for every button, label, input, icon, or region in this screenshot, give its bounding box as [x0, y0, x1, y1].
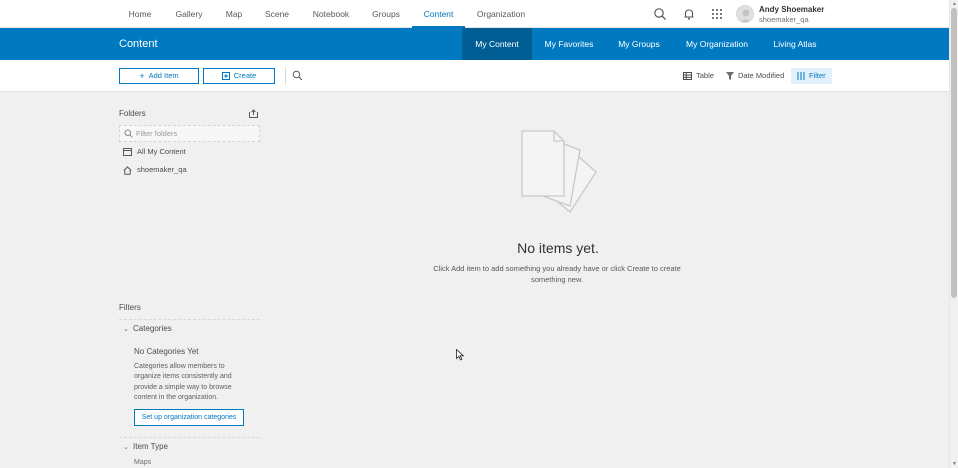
folder-label: All My Content [137, 147, 186, 156]
toolbar-divider [285, 67, 286, 85]
sort-icon [726, 72, 734, 80]
item-type-toggle[interactable]: ⌄ Item Type [123, 442, 168, 451]
content-header-bar: Content My Content My Favorites My Group… [0, 28, 949, 60]
add-item-button[interactable]: + Add Item [119, 68, 199, 84]
content-toolbar: + Add Item Create Table Date Modified Fil… [0, 60, 949, 92]
top-navigation: Home Gallery Map Scene Notebook Groups C… [0, 0, 949, 28]
sidebar: Folders Filter folders All My Content sh… [119, 92, 261, 468]
app-launcher-icon[interactable] [710, 7, 724, 21]
page-scrollbar[interactable]: ▲ ▼ [949, 0, 958, 468]
sort-label: Date Modified [738, 71, 785, 80]
item-type-maps[interactable]: Maps [134, 459, 151, 466]
add-item-label: Add Item [148, 71, 179, 80]
setup-categories-button[interactable]: Set up organization categories [134, 409, 244, 426]
no-categories-description: Categories allow members to organize ite… [134, 363, 232, 402]
view-toggle-table[interactable]: Table [683, 68, 714, 84]
view-label: Table [696, 71, 714, 80]
chevron-down-icon: ⌄ [123, 326, 129, 333]
folder-user[interactable]: shoemaker_qa [123, 164, 187, 176]
user-handle: shoemaker_qa [759, 15, 809, 24]
no-categories-title: No Categories Yet [134, 347, 199, 356]
filters-divider [119, 319, 260, 320]
filter-toggle-button[interactable]: Filter [791, 68, 832, 84]
empty-state-description: Click Add item to add something you alre… [433, 264, 681, 284]
folders-title: Folders [119, 109, 146, 118]
folder-all-my-content[interactable]: All My Content [123, 146, 186, 158]
sort-dropdown[interactable]: Date Modified [726, 68, 784, 84]
folder-label: shoemaker_qa [137, 165, 187, 174]
nav-organization[interactable]: Organization [474, 0, 528, 28]
tab-living-atlas[interactable]: Living Atlas [766, 28, 824, 60]
user-name[interactable]: Andy Shoemaker [759, 5, 824, 14]
scroll-thumb[interactable] [951, 8, 957, 298]
nav-gallery[interactable]: Gallery [170, 0, 208, 28]
filters-title: Filters [119, 303, 141, 312]
categories-label: Categories [133, 324, 172, 333]
create-label: Create [233, 71, 257, 80]
create-button[interactable]: Create [203, 68, 275, 84]
nav-home[interactable]: Home [122, 0, 158, 28]
tab-my-favorites[interactable]: My Favorites [538, 28, 600, 60]
scroll-down-arrow-icon[interactable]: ▼ [952, 461, 957, 467]
item-type-label: Item Type [133, 442, 168, 451]
filter-search-icon [124, 129, 133, 138]
bell-icon[interactable] [682, 7, 696, 21]
home-icon [123, 166, 132, 175]
chevron-down-icon: ⌄ [123, 444, 129, 451]
table-icon [683, 72, 692, 80]
nav-groups[interactable]: Groups [366, 0, 406, 28]
content-search-icon[interactable] [292, 70, 303, 81]
page-title: Content [119, 38, 158, 50]
tab-my-groups[interactable]: My Groups [612, 28, 666, 60]
filter-label: Filter [809, 71, 826, 80]
folder-filter-placeholder: Filter folders [136, 129, 178, 138]
filter-icon [797, 72, 805, 80]
empty-documents-icon [521, 130, 597, 213]
categories-toggle[interactable]: ⌄ Categories [123, 324, 172, 333]
folder-export-icon[interactable] [249, 109, 258, 118]
search-icon[interactable] [653, 7, 667, 21]
create-plus-icon [221, 69, 230, 83]
tab-my-organization[interactable]: My Organization [680, 28, 754, 60]
folder-filter-input[interactable]: Filter folders [119, 125, 260, 142]
nav-scene[interactable]: Scene [260, 0, 294, 28]
scroll-up-arrow-icon[interactable]: ▲ [952, 1, 957, 7]
plus-icon: + [139, 71, 145, 81]
user-silhouette-icon [740, 9, 752, 22]
item-type-divider [119, 437, 260, 438]
empty-state-title: No items yet. [517, 240, 599, 256]
tab-my-content[interactable]: My Content [462, 28, 532, 60]
avatar[interactable] [736, 5, 754, 23]
all-content-icon [123, 148, 132, 156]
nav-content[interactable]: Content [412, 0, 465, 28]
mouse-cursor-icon [456, 349, 464, 361]
nav-map[interactable]: Map [220, 0, 248, 28]
nav-notebook[interactable]: Notebook [306, 0, 356, 28]
